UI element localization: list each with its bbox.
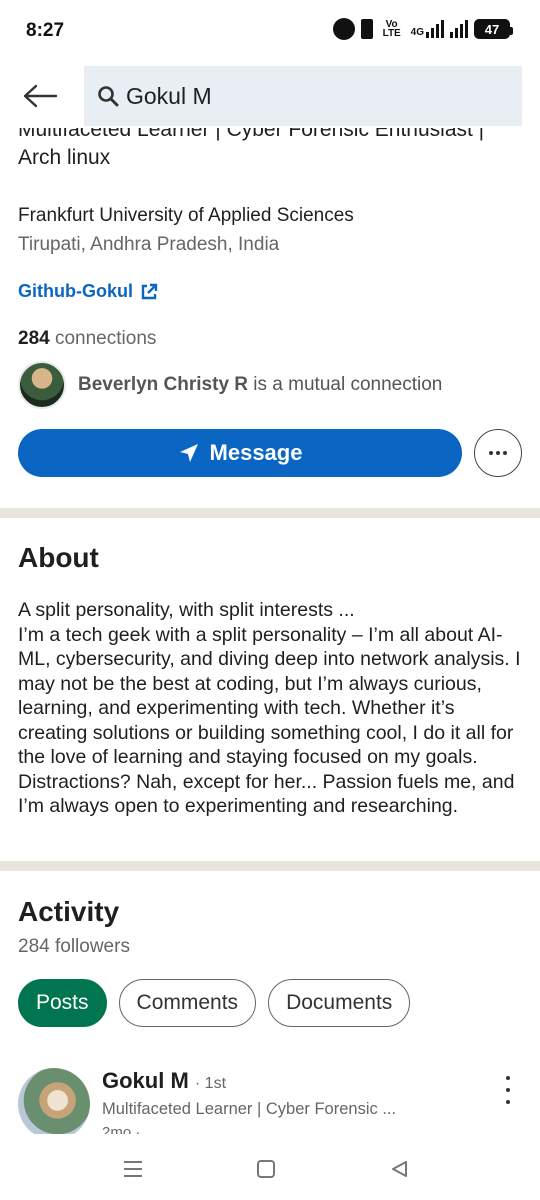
search-query: Gokul M	[126, 82, 212, 109]
activity-post[interactable]: Gokul M · 1st Multifaceted Learner | Cyb…	[18, 1066, 524, 1134]
back-triangle-icon	[392, 1161, 407, 1177]
mutual-name: Beverlyn Christy R	[78, 374, 249, 395]
section-divider	[0, 508, 540, 518]
back-button[interactable]	[16, 76, 64, 116]
network-4g-icon: 4G	[411, 20, 444, 38]
status-time: 8:27	[26, 20, 65, 41]
followers-count: 284 followers	[18, 936, 130, 957]
connections-label: connections	[54, 328, 157, 349]
system-nav-bar	[0, 1134, 540, 1200]
profile-education[interactable]: Frankfurt University of Applied Sciences	[18, 205, 354, 227]
search-header: Gokul M	[0, 62, 540, 132]
connections-number: 284	[18, 328, 50, 349]
menu-lines-icon	[124, 1161, 142, 1177]
post-author-avatar	[18, 1068, 90, 1134]
message-label: Message	[209, 440, 303, 465]
arrow-left-icon	[23, 84, 58, 108]
about-text: A split personality, with split interest…	[18, 599, 521, 817]
post-author: Gokul M · 1st	[102, 1068, 226, 1094]
mutual-avatar	[18, 361, 66, 409]
tab-documents[interactable]: Documents	[268, 979, 411, 1027]
more-options-button[interactable]	[474, 429, 522, 477]
profile-headline: Multifaceted Learner | Cyber Forensic En…	[18, 128, 485, 169]
mutual-suffix: is a mutual connection	[253, 374, 443, 395]
network-type: 4G	[410, 27, 424, 38]
more-dot-icon	[489, 451, 493, 455]
vibrate-icon	[360, 19, 373, 39]
search-icon	[96, 84, 120, 108]
home-square-icon	[257, 1160, 275, 1178]
menu-dot-icon	[506, 1076, 510, 1080]
post-author-name: Gokul M	[102, 1068, 189, 1093]
external-link-icon	[141, 283, 158, 299]
message-button[interactable]: Message	[18, 429, 462, 477]
battery-level: 47	[484, 21, 500, 37]
recents-button[interactable]	[118, 1154, 148, 1184]
post-menu-button[interactable]	[498, 1076, 518, 1104]
more-dot-icon	[503, 451, 507, 455]
battery-icon: 47	[474, 19, 513, 39]
github-link[interactable]: Github-Gokul	[18, 281, 159, 302]
signal-bars-icon-2	[450, 20, 468, 38]
signal-bars-icon	[426, 20, 444, 38]
search-input[interactable]: Gokul M	[84, 66, 522, 126]
about-title: About	[18, 542, 99, 573]
headline-container: Multifaceted Learner | Cyber Forensic En…	[0, 128, 540, 184]
section-divider	[0, 861, 540, 871]
activity-title: Activity	[18, 896, 120, 927]
tab-comments[interactable]: Comments	[118, 979, 257, 1027]
mutual-text: Beverlyn Christy R is a mutual connectio…	[78, 374, 442, 396]
post-author-headline: Multifaceted Learner | Cyber Forensic ..…	[102, 1100, 397, 1118]
status-bar: 8:27 Vo LTE 4G 47	[0, 0, 540, 62]
connection-degree: · 1st	[194, 1075, 227, 1092]
home-button[interactable]	[251, 1154, 281, 1184]
profile-location: Tirupati, Andhra Pradesh, India	[18, 234, 280, 255]
menu-dot-icon	[506, 1100, 510, 1104]
tab-posts[interactable]: Posts	[18, 979, 107, 1027]
post-time: 2mo ·	[102, 1124, 141, 1134]
activity-tabs: Posts Comments Documents	[18, 979, 411, 1027]
github-link-label: Github-Gokul	[18, 281, 133, 301]
back-nav-button[interactable]	[384, 1154, 414, 1184]
send-icon	[179, 444, 198, 462]
connections-count[interactable]: 284 connections	[18, 328, 156, 350]
mutual-connection[interactable]: Beverlyn Christy R is a mutual connectio…	[18, 360, 442, 410]
status-icons: Vo LTE 4G 47	[332, 18, 513, 40]
alarm-icon	[332, 18, 355, 40]
menu-dot-icon	[506, 1088, 510, 1092]
more-dot-icon	[496, 451, 500, 455]
volte-icon: Vo LTE	[382, 19, 401, 39]
